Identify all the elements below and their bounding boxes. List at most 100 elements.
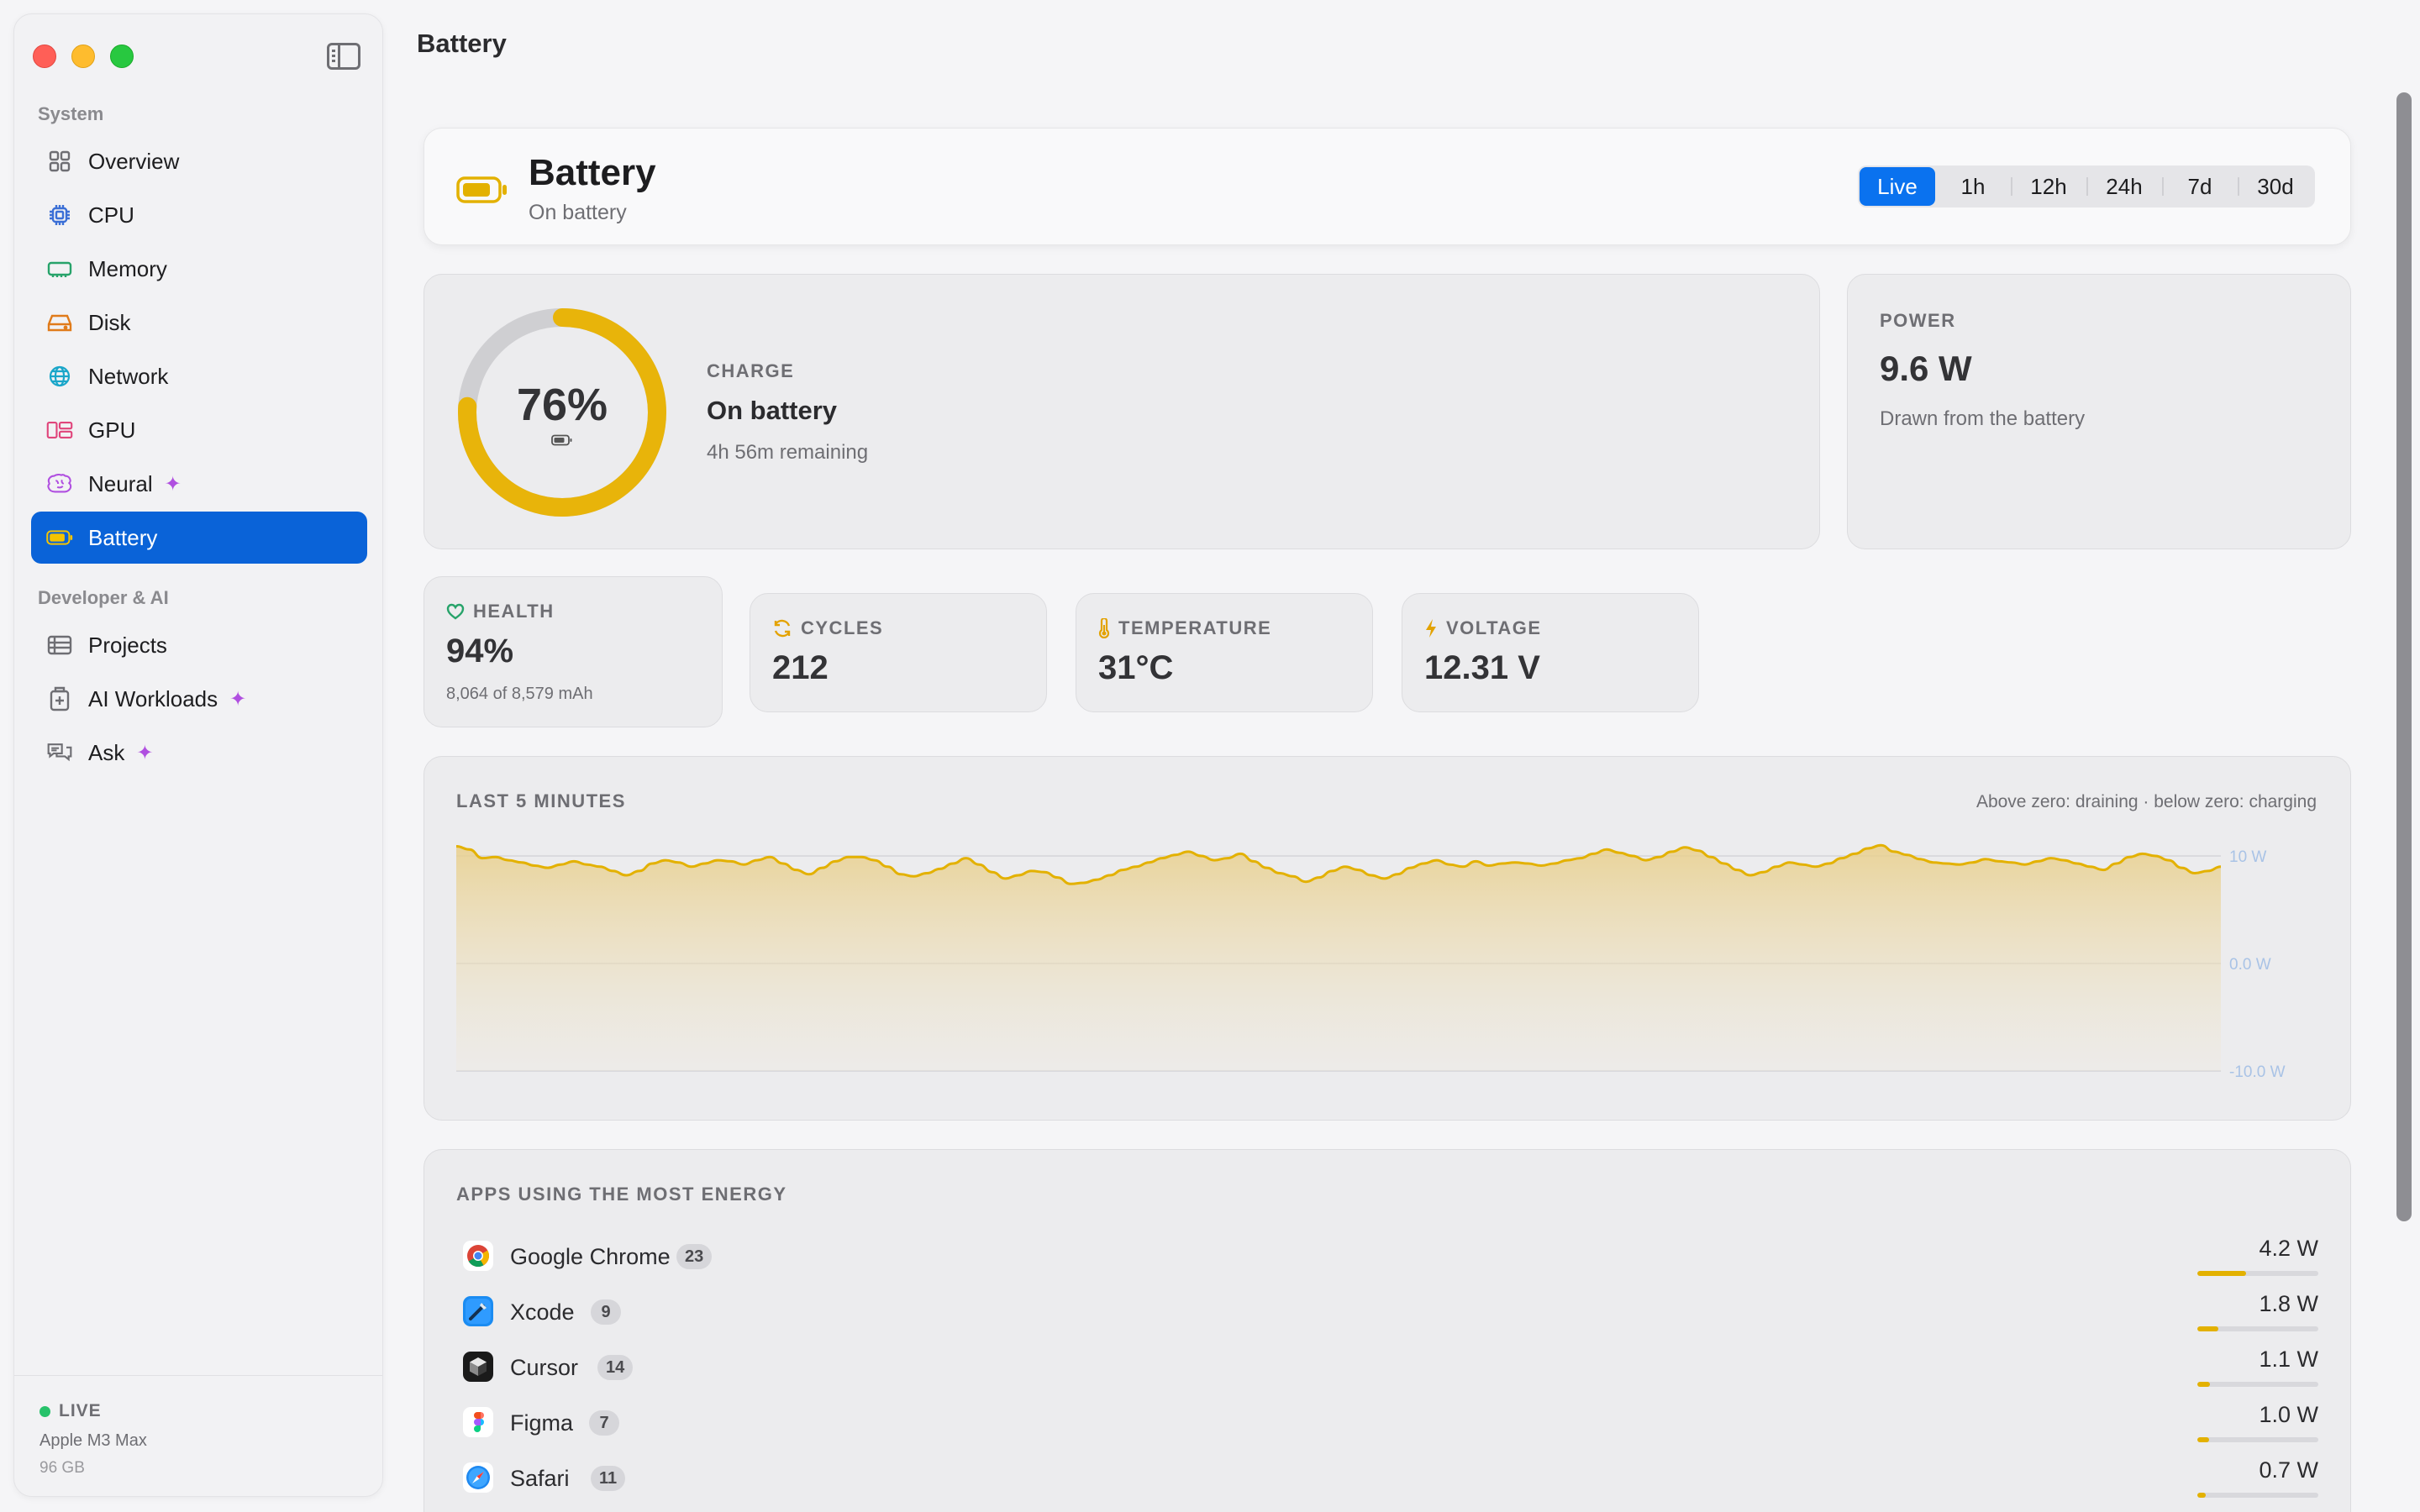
process-count-badge: 11 (591, 1466, 626, 1491)
sidebar-item-ai-workloads[interactable]: AI Workloads ✦ (31, 673, 367, 725)
app-window: System Overview CPU Memory Disk Network … (0, 0, 2420, 1512)
chip-name: Apple M3 Max (39, 1431, 147, 1450)
health-capacity: 8,064 of 8,579 mAh (446, 685, 593, 703)
charge-status: On battery (707, 396, 838, 425)
process-count-badge: 23 (676, 1244, 713, 1269)
health-label: HEALTH (473, 601, 555, 622)
time-range-picker: Live 1h 12h 24h 7d 30d (1858, 165, 2315, 207)
projects-icon (46, 632, 73, 659)
health-card: HEALTH 94% 8,064 of 8,579 mAh (424, 576, 723, 727)
chart-note: Above zero: draining · below zero: charg… (1975, 792, 2317, 811)
app-row[interactable]: Safari 11 0.7 W (456, 1457, 2320, 1499)
power-card: POWER 9.6 W Drawn from the battery (1847, 274, 2351, 549)
app-name: Figma (510, 1410, 574, 1436)
range-24h[interactable]: 24h (2086, 167, 2162, 206)
brain-icon (46, 470, 73, 497)
sidebar-item-label: Projects (88, 632, 167, 658)
app-watts: 1.1 W (2259, 1347, 2318, 1372)
close-window-button[interactable] (33, 45, 56, 68)
app-row[interactable]: Cursor 14 1.1 W (456, 1347, 2320, 1389)
sidebar-section-developer: Developer & AI (38, 587, 169, 608)
sidebar-item-label: Neural (88, 470, 153, 496)
chart-area-fill (456, 845, 2221, 1071)
sidebar-item-memory[interactable]: Memory (31, 243, 367, 295)
content-scrollbar[interactable] (2396, 92, 2412, 1221)
app-watts: 4.2 W (2259, 1236, 2318, 1261)
app-energy-bar (2197, 1437, 2318, 1442)
sidebar-toggle-icon[interactable] (327, 43, 360, 70)
temperature-label: TEMPERATURE (1118, 617, 1272, 638)
sidebar-item-battery[interactable]: Battery (31, 512, 367, 564)
sparkle-icon: ✦ (164, 472, 182, 496)
apps-title: APPS USING THE MOST ENERGY (456, 1184, 787, 1205)
sidebar-item-projects[interactable]: Projects (31, 619, 367, 671)
apps-energy-card: APPS USING THE MOST ENERGY Google Chrome… (424, 1149, 2351, 1512)
range-1h[interactable]: 1h (1935, 167, 2011, 206)
memory-icon (46, 255, 73, 282)
cycles-label: CYCLES (801, 617, 884, 638)
cycles-card: CYCLES 212 (750, 593, 1047, 712)
sidebar-item-label: GPU (88, 417, 136, 443)
app-row[interactable]: Figma 7 1.0 W (456, 1402, 2320, 1444)
power-chart-card: 10 W 0.0 W -10.0 W LAST 5 MINUTES Above ze… (424, 756, 2351, 1121)
charge-label: CHARGE (707, 360, 795, 381)
process-count-badge: 9 (591, 1299, 621, 1325)
minimize-window-button[interactable] (71, 45, 95, 68)
figma-icon (463, 1407, 493, 1437)
charge-ring-label: 76% (455, 305, 670, 520)
memory-size: 96 GB (39, 1459, 85, 1477)
thermometer-icon (1098, 618, 1110, 638)
battery-small-icon (551, 434, 572, 446)
app-name: Google Chrome (510, 1244, 671, 1269)
app-energy-bar (2197, 1271, 2318, 1276)
sidebar-item-ask[interactable]: Ask ✦ (31, 727, 367, 779)
app-name: Xcode (510, 1299, 575, 1325)
range-12h[interactable]: 12h (2011, 167, 2086, 206)
sidebar-item-label: CPU (88, 202, 134, 228)
battery-icon (456, 176, 508, 208)
safari-icon (463, 1462, 493, 1493)
xcode-icon (463, 1296, 493, 1326)
chart-y-tick-label: 10 W (2229, 848, 2266, 866)
sidebar-section-system: System (38, 103, 104, 124)
app-name: Safari (510, 1466, 570, 1491)
sparkle-icon: ✦ (229, 687, 247, 711)
range-7d[interactable]: 7d (2162, 167, 2238, 206)
sidebar-item-network[interactable]: Network (31, 350, 367, 402)
range-live[interactable]: Live (1860, 167, 1935, 206)
page-title: Battery (417, 29, 507, 58)
cursor-icon (463, 1352, 493, 1382)
live-status: LIVE (39, 1401, 357, 1421)
app-energy-bar (2197, 1493, 2318, 1498)
voltage-card: VOLTAGE 12.31 V (1402, 593, 1699, 712)
sidebar-item-gpu[interactable]: GPU (31, 404, 367, 456)
zoom-window-button[interactable] (110, 45, 134, 68)
sidebar-item-cpu[interactable]: CPU (31, 189, 367, 241)
chat-icon (46, 739, 73, 766)
temperature-card: TEMPERATURE 31°C (1076, 593, 1373, 712)
process-count-badge: 7 (589, 1410, 619, 1436)
sidebar: System Overview CPU Memory Disk Network … (13, 13, 383, 1497)
sidebar-item-label: Battery (88, 524, 158, 550)
sidebar-item-overview[interactable]: Overview (31, 135, 367, 187)
app-watts: 1.8 W (2259, 1291, 2318, 1316)
sparkle-icon: ✦ (136, 741, 154, 764)
sidebar-item-label: AI Workloads (88, 685, 218, 711)
voltage-label: VOLTAGE (1446, 617, 1542, 638)
voltage-header: VOLTAGE (1424, 617, 1542, 639)
app-energy-bar-fill (2197, 1437, 2209, 1442)
charge-remaining: 4h 56m remaining (707, 441, 869, 464)
power-subtitle: Drawn from the battery (1880, 407, 2086, 430)
app-energy-bar-fill (2197, 1493, 2206, 1498)
heart-icon (446, 603, 465, 620)
app-row[interactable]: Google Chrome 23 4.2 W (456, 1236, 2320, 1278)
chrome-icon (463, 1241, 493, 1271)
battery-icon (46, 524, 73, 551)
power-value: 9.6 W (1880, 349, 1972, 388)
sidebar-item-neural[interactable]: Neural ✦ (31, 458, 367, 510)
app-row[interactable]: Xcode 9 1.8 W (456, 1291, 2320, 1333)
range-30d[interactable]: 30d (2238, 167, 2313, 206)
sidebar-item-disk[interactable]: Disk (31, 297, 367, 349)
sidebar-item-label: Network (88, 363, 169, 389)
live-dot-icon (39, 1405, 50, 1417)
